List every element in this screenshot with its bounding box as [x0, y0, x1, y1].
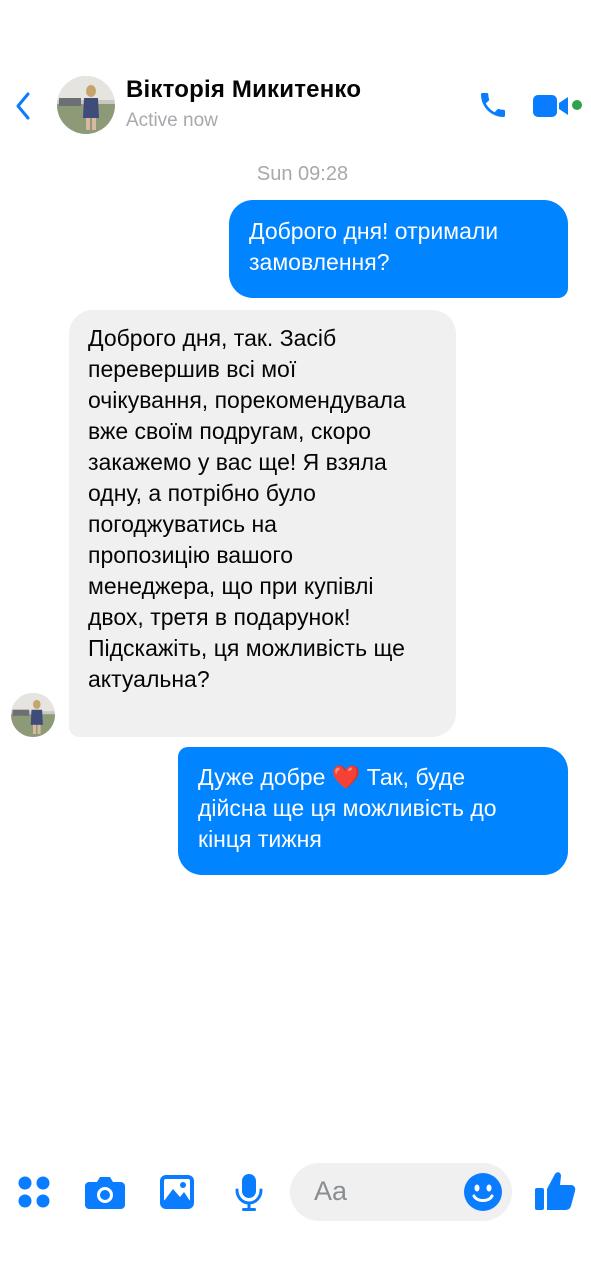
video-camera-icon: [533, 95, 568, 117]
image-icon: [160, 1175, 194, 1209]
message-timestamp: Sun 09:28: [256, 163, 349, 185]
outgoing-message-bubble[interactable]: Дуже добре ❤️ Так, буде дійсна ще ця мож…: [178, 747, 568, 875]
chevron-left-icon: [16, 92, 30, 120]
camera-icon: [85, 1177, 125, 1209]
message-text: Доброго дня, так. Засіб перевершив всі м…: [88, 325, 406, 692]
message-input[interactable]: Aa: [290, 1163, 512, 1221]
call-button[interactable]: [474, 86, 512, 124]
camera-button[interactable]: [83, 1170, 127, 1214]
heart-emoji: ❤️: [331, 764, 361, 790]
emoji-button[interactable]: [462, 1171, 504, 1213]
back-button[interactable]: [8, 88, 38, 124]
message-composer: Aa: [0, 1160, 591, 1224]
message-text-part: Дуже добре: [198, 764, 332, 790]
microphone-icon: [235, 1174, 263, 1211]
phone-icon: [481, 93, 505, 117]
four-dots-icon: [18, 1176, 50, 1208]
thumbs-up-icon: [535, 1172, 576, 1210]
voice-message-button[interactable]: [227, 1170, 271, 1214]
smiley-icon: [464, 1173, 502, 1211]
contact-name[interactable]: Вікторія Микитенко: [126, 76, 361, 104]
contact-avatar[interactable]: [57, 76, 115, 134]
message-text: Дуже добре ❤️ Так, буде дійсна ще ця мож…: [198, 762, 548, 855]
message-text: Доброго дня! отримали замовлення?: [249, 218, 499, 275]
video-call-button[interactable]: [532, 90, 582, 122]
more-actions-button[interactable]: [12, 1170, 56, 1214]
chat-header: Вікторія Микитенко Active now: [0, 70, 591, 142]
message-input-placeholder: Aa: [314, 1176, 348, 1206]
contact-status: Active now: [126, 110, 218, 131]
online-indicator: [572, 100, 582, 110]
sender-avatar[interactable]: [11, 693, 55, 737]
like-button[interactable]: [530, 1166, 580, 1216]
gallery-button[interactable]: [155, 1170, 199, 1214]
incoming-message-bubble[interactable]: Доброго дня, так. Засіб перевершив всі м…: [69, 310, 456, 737]
messenger-chat-screen: Вікторія Микитенко Active now Sun 09:28 …: [0, 0, 591, 1280]
outgoing-message-bubble[interactable]: Доброго дня! отримали замовлення?: [229, 200, 568, 298]
